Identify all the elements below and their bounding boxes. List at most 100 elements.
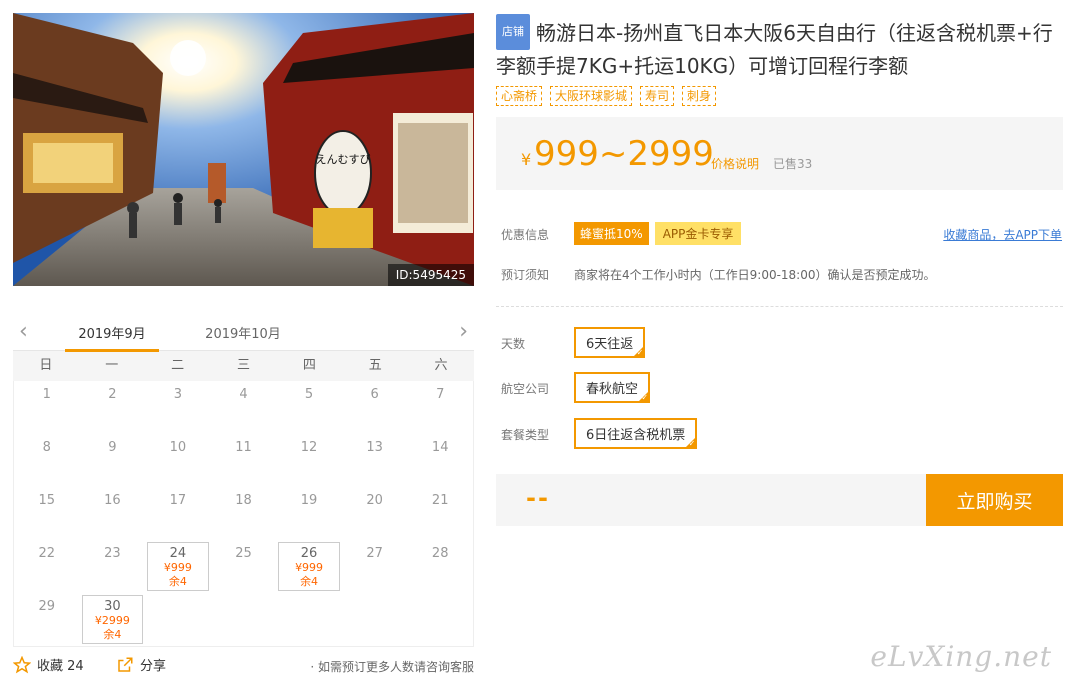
check-icon: ✓: [636, 348, 644, 357]
weekday-label: 日: [39, 358, 53, 373]
day-number: 19: [300, 493, 318, 508]
share-icon: [118, 657, 133, 672]
calendar-day: 5: [276, 381, 342, 434]
option-package-selected[interactable]: 6日往返含税机票 ✓: [574, 418, 698, 449]
calendar-day: 11: [211, 434, 277, 487]
star-icon: [13, 655, 31, 673]
calendar-day-available[interactable]: 26 ¥999 余4: [276, 540, 342, 593]
day-number: 11: [235, 440, 252, 455]
calendar-day: 22: [14, 540, 80, 593]
product-photo: えんむすび ID:5495425: [13, 13, 474, 286]
weekday-label: 五: [368, 358, 382, 373]
calendar-day: 12: [276, 434, 342, 487]
honey-discount-badge: 蜂蜜抵10%: [574, 222, 649, 245]
calendar-day: 6: [342, 381, 408, 434]
check-icon: ✓: [641, 393, 649, 402]
day-number: 4: [239, 387, 248, 402]
calendar-day: 18: [211, 487, 277, 540]
weekday-label: 四: [302, 358, 316, 373]
chevron-left-icon[interactable]: ‹: [19, 319, 28, 344]
day-number: 28: [431, 546, 449, 561]
buy-now-button[interactable]: 立即购买: [926, 474, 1063, 526]
option-label-package: 套餐类型: [501, 428, 550, 442]
shop-badge[interactable]: 店铺: [496, 14, 530, 50]
product-tags: 心斋桥 大阪环球影城 寿司 刺身: [496, 86, 717, 106]
day-number: 13: [366, 440, 383, 455]
day-remaining: 余4: [168, 575, 187, 588]
calendar-day-available[interactable]: 30 ¥2999 余4: [80, 593, 146, 646]
day-number: 7: [436, 387, 445, 402]
option-value: 春秋航空: [586, 382, 639, 397]
calendar-day: 28: [407, 540, 473, 593]
page-title: 店铺 畅游日本-扬州直飞日本大阪6天自由行（往返含税机票+行李额手提7KG+托运1…: [496, 14, 1063, 82]
notice-label: 预订须知: [501, 268, 550, 282]
day-number: 17: [169, 493, 187, 508]
calendar-day: 17: [145, 487, 211, 540]
calendar-day: 14: [407, 434, 473, 487]
option-airline-selected[interactable]: 春秋航空 ✓: [574, 372, 651, 403]
group-booking-note: · 如需预订更多人数请咨询客服: [310, 660, 474, 674]
day-number: 24: [169, 546, 187, 561]
calendar-day: 20: [342, 487, 408, 540]
favorite-button[interactable]: 收藏 24: [13, 655, 84, 674]
share-button[interactable]: 分享: [116, 655, 166, 674]
day-number: 1: [42, 387, 51, 402]
date-calendar: ‹ 2019年9月 2019年10月 › 日 一 二 三 四 五 六 12345…: [13, 315, 474, 647]
day-number: 10: [169, 440, 187, 455]
day-price: ¥999: [163, 561, 192, 574]
day-number: 25: [235, 546, 252, 561]
chevron-right-icon[interactable]: ›: [459, 319, 468, 344]
day-number: 12: [300, 440, 318, 455]
day-number: 27: [366, 546, 383, 561]
tag-item[interactable]: 寿司: [640, 86, 675, 106]
calendar-day: 7: [407, 381, 473, 434]
weekday-label: 二: [171, 358, 185, 373]
tag-item[interactable]: 心斋桥: [496, 86, 543, 106]
day-number: 26: [300, 546, 318, 561]
kyoto-street-illustration: えんむすび: [13, 13, 474, 286]
app-order-link[interactable]: 收藏商品，去APP下单: [943, 226, 1062, 243]
tag-item[interactable]: 刺身: [682, 86, 717, 106]
day-number: 2: [108, 387, 117, 402]
day-number: 9: [108, 440, 117, 455]
share-label: 分享: [140, 659, 167, 674]
option-label-airline: 航空公司: [501, 382, 550, 396]
day-number: 29: [38, 599, 56, 614]
day-number: 16: [104, 493, 121, 508]
day-number: 18: [235, 493, 252, 508]
currency-symbol: ¥: [521, 150, 532, 169]
calendar-header: ‹ 2019年9月 2019年10月 ›: [13, 315, 474, 352]
lantern-text: えんむすび: [316, 153, 371, 166]
promo-label: 优惠信息: [501, 228, 550, 242]
calendar-day: 25: [211, 540, 277, 593]
app-gold-badge: APP金卡专享: [654, 222, 742, 245]
calendar-day: 21: [407, 487, 473, 540]
day-number: 5: [304, 387, 314, 402]
day-price: ¥999: [295, 561, 324, 574]
calendar-day: 2: [80, 381, 146, 434]
calendar-day: 8: [14, 434, 80, 487]
bottom-actions: 收藏 24 分享 · 如需预订更多人数请咨询客服: [13, 655, 474, 679]
option-label-days: 天数: [501, 337, 526, 351]
day-number: 15: [38, 493, 56, 508]
calendar-day: 1: [14, 381, 80, 434]
calendar-day: 4: [211, 381, 277, 434]
total-price: --: [526, 484, 550, 512]
day-number: 14: [431, 440, 449, 455]
calendar-day: 13: [342, 434, 408, 487]
option-days-selected[interactable]: 6天往返 ✓: [574, 327, 646, 358]
calendar-day-available[interactable]: 24 ¥999 余4: [145, 540, 211, 593]
calendar-day: 23: [80, 540, 146, 593]
tab-month-next[interactable]: 2019年10月: [198, 323, 288, 342]
price-explain-link[interactable]: 价格说明: [711, 155, 759, 172]
day-price: ¥2999: [94, 614, 130, 627]
tag-item[interactable]: 大阪环球影城: [550, 86, 633, 106]
day-remaining: 余4: [300, 575, 319, 588]
calendar-day: 16: [80, 487, 146, 540]
day-number: 22: [38, 546, 56, 561]
tab-month-current[interactable]: 2019年9月: [65, 323, 159, 352]
notice-text: 商家将在4个工作小时内（工作日9:00-18:00）确认是否预定成功。: [574, 268, 936, 282]
favorite-label: 收藏 24: [37, 659, 84, 674]
calendar-day: 9: [80, 434, 146, 487]
photo-id-label: ID:5495425: [387, 264, 474, 286]
